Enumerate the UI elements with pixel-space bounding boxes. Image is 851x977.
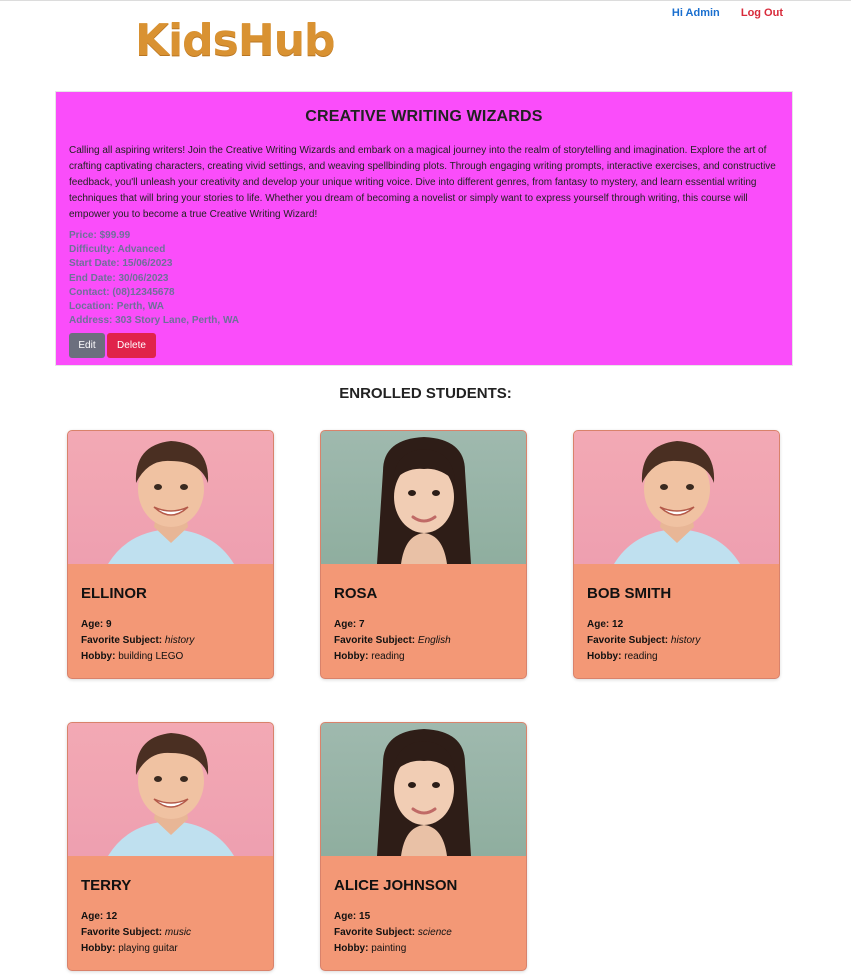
- logout-link[interactable]: Log Out: [741, 7, 783, 19]
- boy-portrait: [108, 733, 234, 856]
- course-location: Location: Perth, WA: [69, 301, 164, 313]
- boy-portrait: [614, 441, 740, 564]
- student-hobby: Hobby: building LEGO: [81, 651, 184, 662]
- student-info: Age: 15 Favorite Subject: science Hobby:…: [334, 909, 452, 957]
- student-age: Age: 9: [81, 619, 112, 630]
- student-info: Age: 9 Favorite Subject: history Hobby: …: [81, 617, 194, 665]
- student-age: Age: 7: [334, 619, 365, 630]
- student-info: Age: 12 Favorite Subject: history Hobby:…: [587, 617, 700, 665]
- student-card[interactable]: ALICE JOHNSON Age: 15 Favorite Subject: …: [320, 722, 527, 971]
- course-start-date: Start Date: 15/06/2023: [69, 258, 173, 270]
- student-photo: [574, 431, 779, 564]
- student-subject: Favorite Subject: music: [81, 927, 192, 938]
- student-name: ROSA: [334, 585, 378, 602]
- student-subject: Favorite Subject: science: [334, 927, 452, 938]
- student-photo: [321, 431, 526, 564]
- student-hobby: Hobby: playing guitar: [81, 943, 178, 954]
- student-subject: Favorite Subject: history: [587, 635, 701, 646]
- kidshub-logo[interactable]: KidsHub: [135, 15, 336, 66]
- course-contact: Contact: (08)12345678: [69, 286, 175, 298]
- student-card[interactable]: TERRY Age: 12 Favorite Subject: music Ho…: [67, 722, 274, 971]
- course-difficulty: Difficulty: Advanced: [69, 244, 166, 256]
- student-name: TERRY: [81, 877, 132, 894]
- course-panel: CREATIVE WRITING WIZARDS Calling all asp…: [55, 91, 793, 366]
- student-name: ALICE JOHNSON: [334, 877, 458, 894]
- course-actions: Edit Delete: [69, 333, 779, 359]
- student-name: ELLINOR: [81, 585, 147, 602]
- girl-portrait: [377, 437, 471, 564]
- student-hobby: Hobby: reading: [334, 651, 405, 662]
- student-age: Age: 12: [81, 911, 118, 922]
- edit-button[interactable]: Edit: [69, 333, 105, 359]
- course-price: Price: $99.99: [69, 230, 131, 241]
- course-end-date: End Date: 30/06/2023: [69, 272, 169, 284]
- student-hobby: Hobby: painting: [334, 943, 407, 954]
- student-info: Age: 7 Favorite Subject: English Hobby: …: [334, 617, 451, 665]
- student-card[interactable]: BOB SMITH Age: 12 Favorite Subject: hist…: [573, 430, 780, 679]
- boy-portrait: [108, 441, 234, 564]
- course-details: Price: $99.99 Difficulty: Advanced Start…: [69, 229, 779, 328]
- student-age: Age: 15: [334, 911, 371, 922]
- course-address: Address: 303 Story Lane, Perth, WA: [69, 315, 240, 327]
- enrolled-students-heading: ENROLLED STUDENTS:: [339, 385, 512, 402]
- student-subject: Favorite Subject: English: [334, 635, 451, 646]
- student-card[interactable]: ROSA Age: 7 Favorite Subject: English Ho…: [320, 430, 527, 679]
- student-subject: Favorite Subject: history: [81, 635, 195, 646]
- course-description: Calling all aspiring writers! Join the C…: [69, 145, 776, 220]
- delete-button[interactable]: Delete: [107, 333, 156, 359]
- student-hobby: Hobby: reading: [587, 651, 658, 662]
- student-name: BOB SMITH: [587, 585, 672, 602]
- girl-portrait: [377, 729, 471, 856]
- course-title: CREATIVE WRITING WIZARDS: [305, 108, 543, 125]
- student-card[interactable]: ELLINOR Age: 9 Favorite Subject: history…: [67, 430, 274, 679]
- top-nav: Hi Admin Log Out: [654, 7, 783, 19]
- student-photo: [68, 723, 273, 856]
- student-photo: [68, 431, 273, 564]
- student-age: Age: 12: [587, 619, 624, 630]
- student-info: Age: 12 Favorite Subject: music Hobby: p…: [81, 909, 191, 957]
- student-photo: [321, 723, 526, 856]
- profile-link[interactable]: Hi Admin: [672, 7, 720, 19]
